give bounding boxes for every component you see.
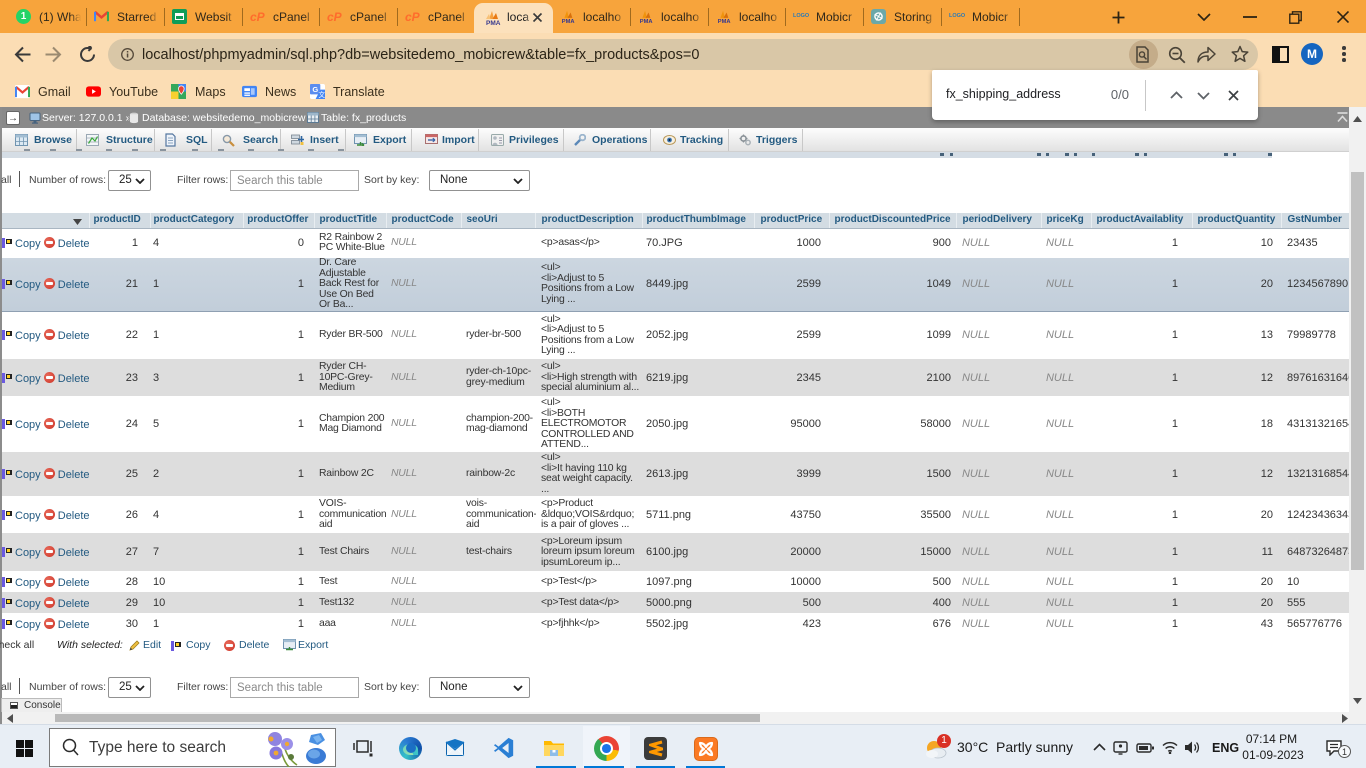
svg-text:PMA: PMA bbox=[562, 19, 575, 24]
svg-text:文: 文 bbox=[318, 90, 325, 99]
svg-text:PMA: PMA bbox=[486, 20, 501, 26]
svg-text:G: G bbox=[312, 85, 318, 94]
svg-text:PMA: PMA bbox=[718, 19, 731, 24]
svg-text:PMA: PMA bbox=[640, 19, 653, 24]
